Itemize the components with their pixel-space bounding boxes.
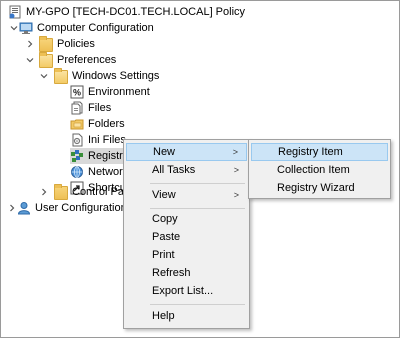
folders-icon bbox=[70, 117, 84, 131]
menu-item-label: New bbox=[153, 146, 176, 158]
tree-item-network[interactable]: Networl bbox=[70, 164, 125, 180]
chevron-right-icon: > bbox=[233, 190, 239, 200]
menu-separator bbox=[150, 183, 245, 184]
tree-item-label: Windows Settings bbox=[72, 70, 160, 82]
chevron-right-icon[interactable] bbox=[39, 184, 49, 200]
new-submenu: Registry Item Collection Item Registry W… bbox=[248, 139, 391, 199]
menu-item-export-list[interactable]: Export List... bbox=[126, 282, 247, 300]
chevron-down-icon[interactable] bbox=[39, 68, 49, 84]
tree-item-windows-settings[interactable]: Windows Settings bbox=[39, 68, 159, 84]
menu-item-label: View bbox=[152, 189, 176, 201]
chevron-down-icon[interactable] bbox=[9, 20, 19, 36]
menu-item-label: Registry Wizard bbox=[277, 182, 355, 194]
folder-icon bbox=[54, 184, 68, 200]
menu-separator bbox=[150, 208, 245, 209]
tree-item-label: Folders bbox=[88, 118, 125, 130]
policy-document-icon bbox=[8, 5, 22, 19]
tree-root-label: MY-GPO [TECH-DC01.TECH.LOCAL] Policy bbox=[26, 6, 246, 18]
menu-item-label: Export List... bbox=[152, 285, 214, 297]
menu-item-new[interactable]: New > bbox=[126, 143, 247, 161]
menu-item-help[interactable]: Help bbox=[126, 307, 247, 325]
gpo-editor-tree-panel: MY-GPO [TECH-DC01.TECH.LOCAL] Policy Com… bbox=[0, 0, 400, 338]
menu-item-refresh[interactable]: Refresh bbox=[126, 264, 247, 282]
menu-item-copy[interactable]: Copy bbox=[126, 210, 247, 228]
menu-item-label: Refresh bbox=[152, 267, 191, 279]
tree-item-label: User Configuration bbox=[35, 202, 127, 214]
menu-item-label: All Tasks bbox=[152, 164, 196, 176]
folder-open-icon bbox=[54, 68, 68, 84]
tree-item-registry[interactable]: Registry bbox=[70, 148, 131, 164]
tree-item-preferences[interactable]: Preferences bbox=[25, 52, 116, 68]
tree-item-label: Networl bbox=[88, 166, 126, 178]
tree-item-label: Policies bbox=[57, 38, 95, 50]
menu-item-label: Collection Item bbox=[277, 164, 350, 176]
chevron-right-icon: > bbox=[233, 165, 239, 175]
chevron-right-icon: > bbox=[232, 147, 238, 157]
tree-item-ini-files[interactable]: Ini Files bbox=[70, 132, 126, 148]
tree-item-label: Ini Files bbox=[88, 134, 126, 146]
tree-item-files[interactable]: Files bbox=[70, 100, 111, 116]
tree-item-label: Files bbox=[88, 102, 112, 114]
chevron-down-icon[interactable] bbox=[25, 52, 35, 68]
tree-item-computer-configuration[interactable]: Computer Configuration bbox=[9, 20, 154, 36]
menu-item-label: Help bbox=[152, 310, 175, 322]
chevron-right-icon[interactable] bbox=[7, 200, 17, 216]
chevron-right-icon[interactable] bbox=[25, 36, 35, 52]
files-icon bbox=[70, 101, 84, 115]
tree-item-label: Environment bbox=[88, 86, 150, 98]
menu-item-paste[interactable]: Paste bbox=[126, 228, 247, 246]
tree-item-label: Computer Configuration bbox=[37, 22, 154, 34]
submenu-item-registry-item[interactable]: Registry Item bbox=[251, 143, 388, 161]
menu-item-label: Paste bbox=[152, 231, 181, 243]
menu-separator bbox=[150, 304, 245, 305]
menu-item-label: Registry Item bbox=[278, 146, 343, 158]
tree-item-label: Control Par bbox=[72, 186, 128, 198]
svg-text:%: % bbox=[73, 88, 81, 98]
submenu-item-registry-wizard[interactable]: Registry Wizard bbox=[251, 179, 388, 197]
user-icon bbox=[17, 201, 31, 215]
folder-icon bbox=[39, 36, 53, 52]
ini-file-icon bbox=[70, 133, 84, 147]
context-menu: New > All Tasks > View > Copy Paste Prin… bbox=[123, 139, 250, 329]
submenu-item-collection-item[interactable]: Collection Item bbox=[251, 161, 388, 179]
network-icon bbox=[70, 165, 84, 179]
tree-item-folders[interactable]: Folders bbox=[70, 116, 125, 132]
computer-icon bbox=[19, 21, 33, 35]
environment-icon: % bbox=[70, 85, 84, 99]
tree-item-environment[interactable]: % Environment bbox=[70, 84, 150, 100]
menu-item-all-tasks[interactable]: All Tasks > bbox=[126, 161, 247, 179]
tree-item-user-configuration[interactable]: User Configuration bbox=[7, 200, 127, 216]
tree-item-control-panel[interactable]: Control Par bbox=[39, 184, 128, 200]
registry-icon bbox=[70, 149, 84, 163]
menu-item-label: Copy bbox=[152, 213, 178, 225]
tree-root[interactable]: MY-GPO [TECH-DC01.TECH.LOCAL] Policy bbox=[8, 4, 245, 20]
menu-item-label: Print bbox=[152, 249, 175, 261]
menu-item-print[interactable]: Print bbox=[126, 246, 247, 264]
tree-item-label: Preferences bbox=[57, 54, 117, 66]
menu-item-view[interactable]: View > bbox=[126, 186, 247, 204]
tree-item-policies[interactable]: Policies bbox=[25, 36, 95, 52]
folder-open-icon bbox=[39, 52, 53, 68]
